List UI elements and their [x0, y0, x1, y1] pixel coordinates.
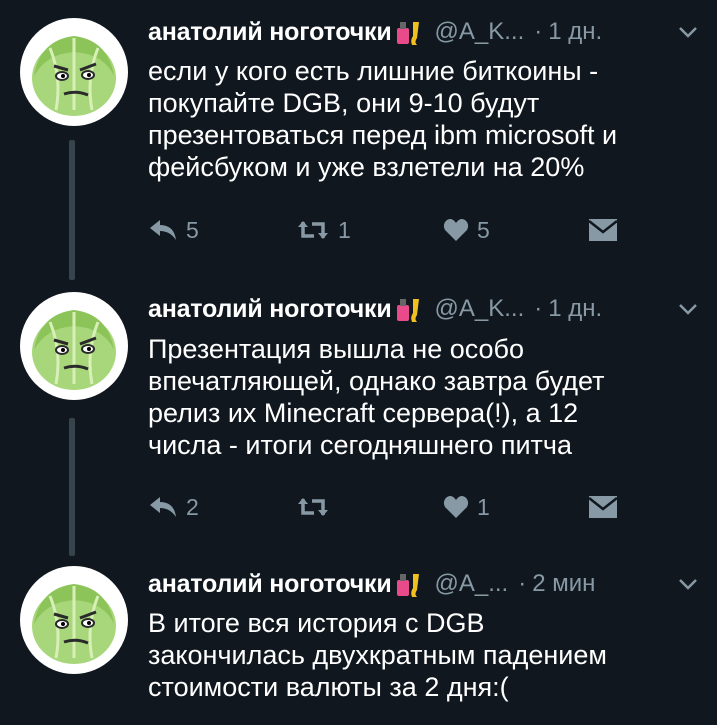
- tweet-text: В итоге вся история с DGB закончилась дв…: [148, 607, 708, 703]
- user-handle[interactable]: @A_...: [435, 570, 509, 598]
- avatar[interactable]: [20, 566, 128, 674]
- timestamp[interactable]: 2 мин: [532, 570, 595, 598]
- tweet-text-line: закончилась двухкратным падением: [148, 640, 607, 670]
- tweet[interactable]: анатолий ноготочки @A_... · 2 мин В итог…: [0, 0, 717, 725]
- separator-dot: ·: [518, 570, 527, 597]
- nail-polish-emoji-icon: [395, 570, 425, 598]
- tweet-text-line: стоимости валюты за 2 дня:(: [148, 672, 509, 702]
- tweet-header: анатолий ноготочки @A_... · 2 мин: [148, 568, 705, 600]
- cabbage-avatar-icon: [32, 584, 116, 664]
- display-name[interactable]: анатолий ноготочки: [148, 570, 392, 599]
- timeline: анатолий ноготочки @A_K... · 1 дн. если …: [0, 0, 717, 725]
- tweet-text-line: В итоге вся история с DGB: [148, 608, 485, 638]
- chevron-down-icon[interactable]: [677, 573, 699, 595]
